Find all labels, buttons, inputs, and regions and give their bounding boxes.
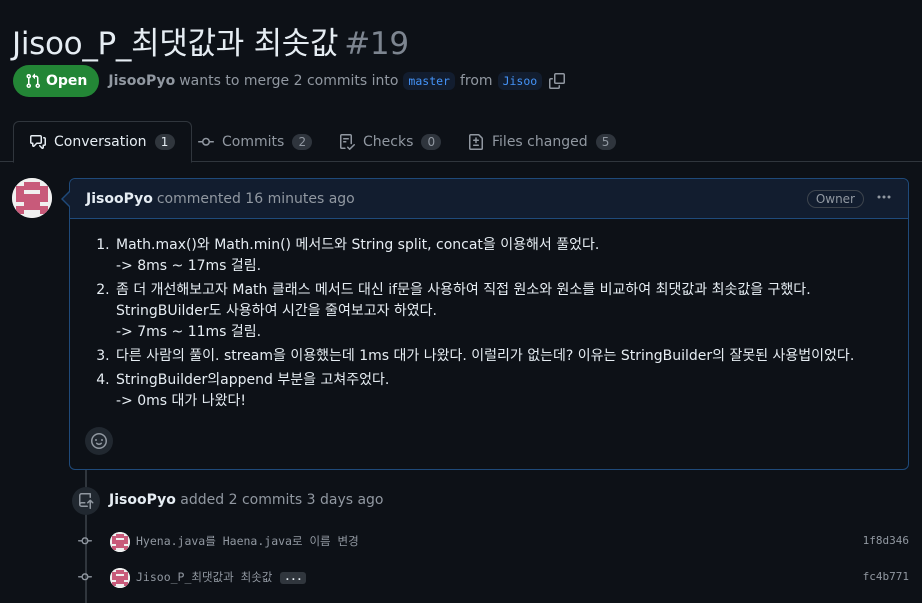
copy-icon [549,73,566,89]
comment-author[interactable]: JisooPyo [86,191,153,207]
comment-list: Math.max()와 Math.min() 메서드와 String split… [100,235,892,412]
tab-files-changed[interactable]: Files changed 5 [468,121,616,162]
comment-header: JisooPyo commented 16 minutes ago Owner [70,179,908,219]
pr-title-row: Jisoo_P_최댓값과 최솟값 #19 [12,18,409,63]
commit-sha[interactable]: fc4b771 [863,570,909,583]
kebab-menu-icon[interactable] [876,189,892,209]
commit-message-wrap: Jisoo_P_최댓값과 최솟값... [136,569,307,585]
git-pull-request-icon [26,73,41,89]
push-event-text: JisooPyo added 2 commits 3 days ago [109,492,384,508]
pr-state-badge: Open [13,65,100,97]
push-event-icon [72,487,100,515]
push-description: added 2 commits 3 days ago [180,492,384,508]
commit-icon [78,570,92,584]
pr-state-label: Open [46,73,88,89]
commit-message[interactable]: Jisoo_P_최댓값과 최솟값 [136,570,272,584]
base-branch[interactable]: master [403,72,455,90]
commit-icon [198,137,214,146]
pr-author-link[interactable]: JisooPyo [108,73,175,89]
tab-commits[interactable]: Commits 2 [198,121,313,162]
avatar[interactable] [110,568,130,588]
commit-message[interactable]: Hyena.java를 Haena.java로 이름 변경 [136,533,359,549]
commit-icon [78,534,92,548]
comment-box: JisooPyo commented 16 minutes ago Owner … [69,178,909,470]
copy-branch-button[interactable] [549,73,566,89]
comment-body: Math.max()와 Math.min() 메서드와 String split… [70,219,908,412]
expand-commit-button[interactable]: ... [280,571,307,584]
commit-row: Hyena.java를 Haena.java로 이름 변경 1f8d346 [78,529,918,553]
add-reaction-button[interactable] [85,427,113,455]
commit-sha[interactable]: 1f8d346 [863,534,909,547]
push-author[interactable]: JisooPyo [109,492,176,508]
avatar[interactable] [110,532,130,552]
merge-text: wants to merge 2 commits into [179,73,399,89]
conversation-icon [30,135,46,149]
tab-counter: 1 [154,134,175,150]
avatar[interactable] [12,178,52,218]
list-item: 좀 더 개선해보고자 Math 클래스 메서드 대신 if문을 사용하여 직접 … [114,280,892,343]
tab-checks[interactable]: Checks 0 [339,121,442,162]
tab-label: Conversation [54,134,147,150]
tab-conversation[interactable]: Conversation 1 [13,121,192,163]
repo-push-icon [79,493,94,509]
smiley-icon [91,433,107,449]
list-item: StringBuilder의append 부분을 고쳐주었다. -> 0ms 대… [114,370,892,412]
from-text: from [459,73,493,89]
tab-label: Files changed [492,133,588,150]
tab-label: Checks [363,133,414,150]
pr-title: Jisoo_P_최댓값과 최솟값 [12,26,339,62]
file-diff-icon [469,133,483,150]
comment-caret-inner [63,192,70,206]
pr-meta: Open JisooPyo wants to merge 2 commits i… [13,65,566,97]
list-item: Math.max()와 Math.min() 메서드와 String split… [114,235,892,277]
commit-row: Jisoo_P_최댓값과 최솟값... fc4b771 [78,565,918,589]
list-item: 다른 사람의 풀이. stream을 이용했는데 1ms 대가 나왔다. 이럴리… [114,346,892,367]
identicon-icon [12,178,52,218]
tab-counter: 2 [292,133,313,150]
pr-number: #19 [344,26,409,62]
owner-badge: Owner [806,189,864,208]
head-branch[interactable]: Jisoo [497,72,543,90]
checklist-icon [340,133,355,150]
tab-counter: 0 [421,133,442,150]
tab-label: Commits [222,133,285,150]
comment-timestamp: commented 16 minutes ago [156,190,355,207]
tab-counter: 5 [595,133,616,150]
pr-tabs: Conversation 1 Commits 2 Checks 0 Files … [0,121,922,163]
